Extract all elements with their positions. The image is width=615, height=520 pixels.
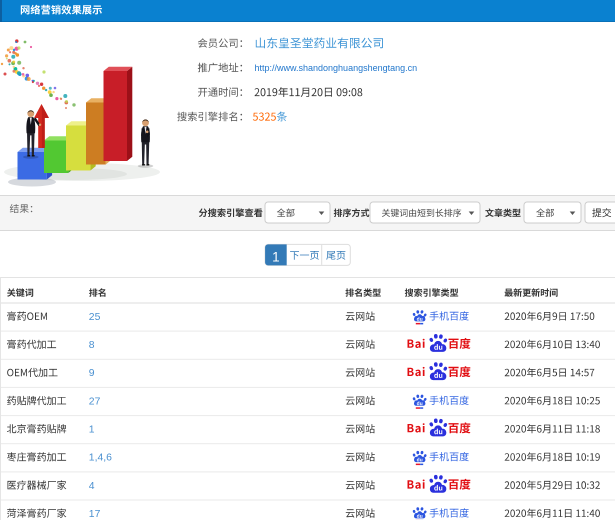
svg-text:1: 1 (272, 250, 280, 265)
svg-text:25: 25 (89, 312, 101, 323)
svg-text:http://www.shandonghuangshengt: http://www.shandonghuangshengtang.cn (255, 63, 418, 73)
svg-text:1,4,6: 1,4,6 (89, 453, 112, 464)
svg-text:1: 1 (89, 425, 95, 436)
svg-text:17: 17 (89, 509, 101, 520)
svg-text:9: 9 (89, 368, 95, 379)
svg-text:8: 8 (89, 340, 95, 351)
svg-text:27: 27 (89, 396, 101, 407)
svg-text:4: 4 (89, 481, 95, 492)
